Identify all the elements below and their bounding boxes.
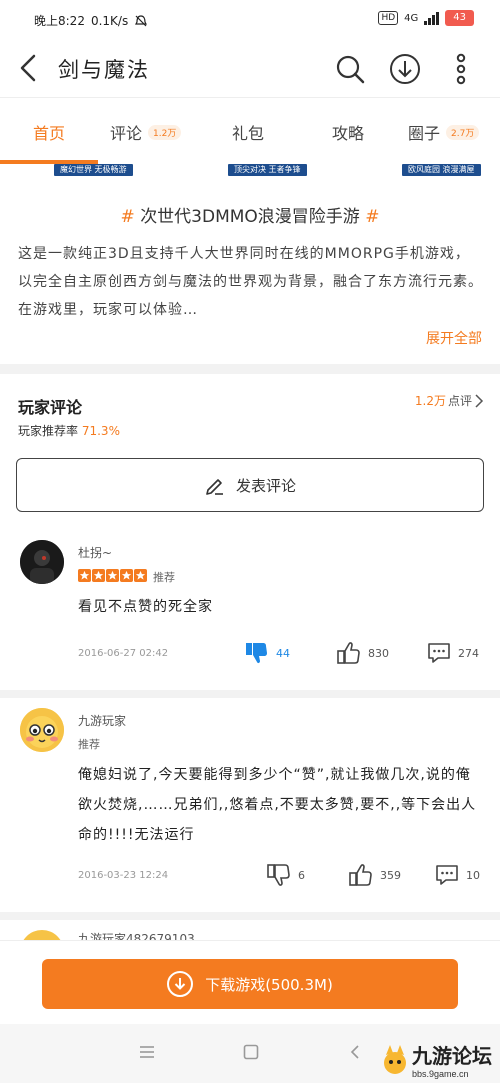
tab-guides[interactable]: 攻略: [332, 120, 364, 144]
chevron-left-icon[interactable]: [14, 52, 44, 84]
star-icon: [92, 569, 105, 582]
download-bar: 下载游戏(500.3M): [0, 940, 500, 1024]
avatar-image: [20, 540, 64, 584]
tab-comments-count: 1.2万: [148, 124, 182, 140]
app-page: 晚上8:22 0.1K/s HD 4G 43 剑与魔法 首页 评论 1.2万 礼…: [0, 0, 500, 1083]
recommend-rate: 玩家推荐率 71.3%: [18, 422, 120, 439]
recommend-rate-label: 玩家推荐率: [18, 424, 79, 438]
screenshot-caption: 魔幻世界 无极畅游: [54, 164, 133, 176]
like-count: 830: [368, 646, 389, 660]
thumbs-up-icon: [349, 864, 372, 886]
dislike-button[interactable]: 6: [266, 862, 305, 888]
thumbs-down-icon: [267, 864, 290, 886]
hash-mark: #: [365, 207, 380, 227]
comment-username[interactable]: 杜拐~: [78, 544, 112, 561]
comment-username[interactable]: 九游玩家: [78, 712, 126, 729]
like-count: 359: [380, 868, 401, 882]
dislike-count: 44: [276, 646, 290, 660]
download-icon: [167, 971, 194, 997]
rating-stars: [78, 569, 147, 582]
comment-date: 2016-06-27 02:42: [78, 648, 169, 659]
tab-circle-label: 圈子: [408, 124, 441, 143]
search-icon[interactable]: [333, 52, 367, 86]
tab-gifts-label: 礼包: [232, 124, 265, 143]
reply-button[interactable]: 10: [434, 862, 480, 888]
reply-count: 10: [466, 868, 480, 882]
reviews-title: 玩家评论: [18, 398, 83, 417]
tab-bar: 首页 评论 1.2万 礼包 攻略 圈子 2.7万: [0, 98, 500, 164]
comment-text: 看见不点赞的死全家: [78, 599, 213, 615]
expand-all-link[interactable]: 展开全部: [426, 328, 482, 348]
watermark-url: bbs.9game.cn: [412, 1069, 469, 1079]
comment-divider: [0, 690, 500, 698]
edit-icon: [206, 479, 223, 495]
intro-description: 这是一款纯正3D且支持千人大世界同时在线的MMORPG手机游戏，以完全自主原创西…: [18, 246, 483, 318]
reviews-count-link[interactable]: 1.2万 点评: [415, 392, 484, 409]
post-review-label: 发表评论: [235, 476, 296, 495]
tab-guides-label: 攻略: [332, 124, 365, 143]
comment-bubble-icon: [428, 643, 450, 663]
dislike-count: 6: [298, 868, 305, 882]
star-icon: [134, 569, 147, 582]
download-game-button[interactable]: 下载游戏(500.3M): [42, 959, 458, 1009]
like-button[interactable]: 830: [336, 640, 389, 666]
page-title: 剑与魔法: [58, 58, 150, 82]
network-type: 4G: [404, 12, 419, 24]
signal-icon: [424, 11, 440, 25]
tab-home-label: 首页: [33, 124, 66, 143]
screenshot-caption: 欧风庭园 浪漫满屋: [402, 164, 481, 176]
status-speed: 0.1K/s: [90, 13, 129, 28]
alarm-off-icon: [135, 14, 148, 26]
menu-icon[interactable]: [138, 1044, 156, 1060]
top-app-bar: 剑与魔法: [0, 38, 500, 98]
screenshot-caption: 顶尖对决 王者争锋: [228, 164, 307, 176]
star-icon: [78, 569, 91, 582]
download-game-label: 下载游戏(500.3M): [205, 975, 333, 994]
reply-button[interactable]: 274: [426, 640, 479, 666]
intro-title-text: 次世代3DMMO浪漫冒险手游: [140, 207, 360, 227]
status-time: 晚上8:22: [34, 14, 85, 28]
comment-divider: [0, 912, 500, 920]
mascot-icon: [384, 1044, 406, 1074]
more-vertical-icon[interactable]: [444, 52, 478, 86]
chevron-right-icon: [475, 393, 484, 408]
status-bar: 晚上8:22 0.1K/s HD 4G 43: [0, 0, 500, 38]
back-triangle-icon[interactable]: [346, 1044, 364, 1060]
avatar[interactable]: [20, 708, 64, 752]
like-button[interactable]: 359: [348, 862, 401, 888]
watermark-logo: 九游论坛 bbs.9game.cn: [382, 1040, 492, 1079]
tab-comments[interactable]: 评论 1.2万: [110, 120, 182, 144]
thumbs-up-icon: [337, 642, 360, 664]
battery-level: 43: [445, 10, 474, 26]
tab-comments-label: 评论: [110, 124, 143, 143]
watermark-name: 九游论坛: [412, 1046, 492, 1068]
reviews-count-suffix: 点评: [447, 394, 472, 408]
post-review-button[interactable]: 发表评论: [16, 458, 484, 512]
tab-circle-count: 2.7万: [446, 124, 480, 140]
star-icon: [120, 569, 133, 582]
reply-count: 274: [458, 646, 479, 660]
hd-badge: HD: [378, 11, 399, 25]
recommend-rate-value: 71.3%: [81, 424, 120, 438]
screenshot-strip[interactable]: 魔幻世界 无极畅游 顶尖对决 王者争锋 欧风庭园 浪漫满屋: [0, 164, 500, 178]
star-icon: [106, 569, 119, 582]
hash-mark: #: [120, 207, 135, 227]
recommend-tag: 推荐: [153, 571, 175, 584]
section-divider: [0, 364, 500, 374]
tab-home[interactable]: 首页: [33, 120, 65, 144]
dislike-button[interactable]: 44: [244, 640, 290, 666]
comment-bubble-icon: [436, 865, 458, 885]
intro-title: # 次世代3DMMO浪漫冒险手游 #: [0, 202, 500, 227]
comment-date: 2016-03-23 12:24: [78, 870, 169, 881]
tab-gifts[interactable]: 礼包: [232, 120, 264, 144]
tab-circle[interactable]: 圈子 2.7万: [408, 120, 480, 144]
recommend-tag: 推荐: [78, 738, 100, 751]
reviews-count: 1.2万: [414, 394, 446, 408]
comment-text: 俺媳妇说了,今天要能得到多少个“赞”,就让我做几次,说的俺欲火焚烧,……兄弟们,…: [78, 767, 477, 843]
avatar-image: [20, 708, 64, 752]
download-circle-icon[interactable]: [388, 52, 422, 86]
thumbs-down-icon: [246, 643, 267, 664]
home-square-icon[interactable]: [242, 1044, 260, 1060]
avatar[interactable]: [20, 540, 64, 584]
